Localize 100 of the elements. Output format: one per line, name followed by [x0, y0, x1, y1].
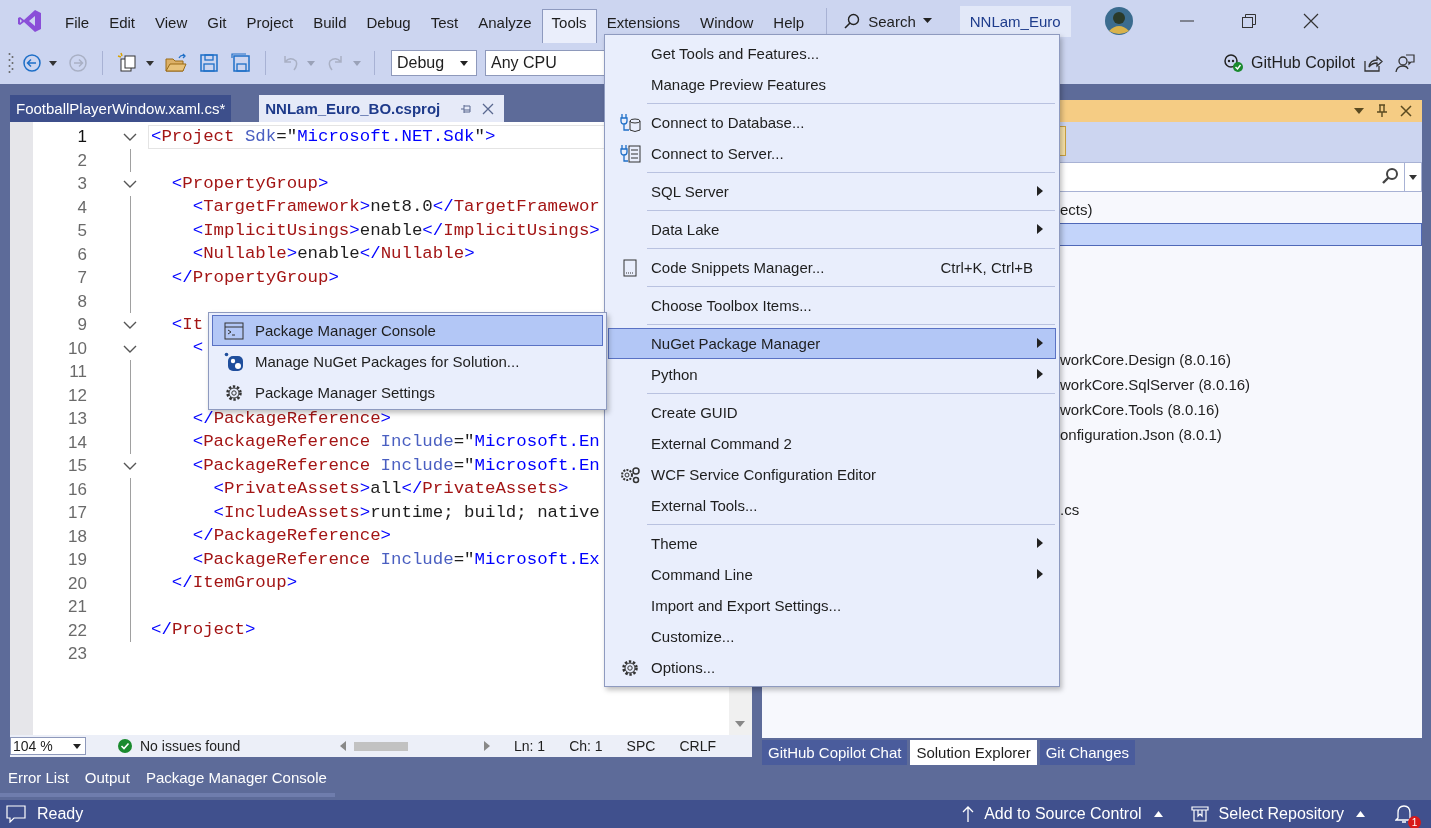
scroll-left-icon[interactable]	[340, 741, 346, 751]
restore-icon[interactable]	[1240, 13, 1257, 29]
share-icon[interactable]	[1363, 53, 1383, 73]
repository-button[interactable]: Select Repository	[1190, 805, 1365, 823]
menu-item[interactable]: Code Snippets Manager... Ctrl+K, Ctrl+B	[608, 252, 1056, 283]
open-folder-icon[interactable]	[165, 53, 187, 73]
fold-chevron-icon[interactable]	[123, 344, 137, 354]
zoom-dropdown[interactable]: 104 %	[10, 737, 86, 755]
up-arrow-icon	[962, 805, 975, 823]
menu-item[interactable]: Theme	[608, 528, 1056, 559]
feedback-icon[interactable]	[1395, 53, 1415, 73]
menu-item[interactable]: Build	[303, 7, 357, 37]
tree-item[interactable]: workCore.Design (8.0.16)	[1060, 351, 1231, 368]
menu-item[interactable]: Git	[197, 7, 237, 37]
back-icon[interactable]	[22, 53, 42, 73]
tree-item[interactable]: workCore.Tools (8.0.16)	[1060, 401, 1220, 418]
pin-icon[interactable]	[1376, 104, 1388, 118]
menu-item[interactable]: Choose Toolbox Items...	[608, 290, 1056, 321]
menu-item[interactable]: Manage NuGet Packages for Solution...	[212, 346, 603, 377]
caret-icon[interactable]	[1409, 174, 1417, 180]
code-line: <TargetFramework>net8.0</TargetFramewor	[191, 198, 600, 217]
menu-item[interactable]: Create GUID	[608, 397, 1056, 428]
scroll-down-icon[interactable]	[735, 721, 745, 727]
editor-status-item[interactable]: Ln: 1	[514, 738, 546, 754]
editor-status-item[interactable]: CRLF	[679, 738, 716, 754]
code-line: </Project>	[151, 621, 256, 640]
scroll-right-icon[interactable]	[484, 741, 490, 751]
repository-icon	[1190, 806, 1209, 822]
check-icon	[118, 739, 132, 753]
menu-item[interactable]: Debug	[356, 7, 421, 37]
menu-item[interactable]: File	[55, 7, 100, 37]
caret-icon	[73, 743, 81, 749]
fold-chevron-icon[interactable]	[123, 321, 137, 330]
panel-tab[interactable]: Git Changes	[1039, 740, 1136, 765]
menu-item[interactable]: Connect to Server...	[608, 138, 1056, 169]
caret-icon[interactable]	[146, 60, 154, 66]
grip-icon	[8, 52, 14, 74]
avatar-icon[interactable]	[1104, 7, 1133, 35]
code-line: <IncludeAssets>runtime; build; native	[212, 503, 600, 522]
search-icon	[1381, 167, 1399, 185]
line-number: 16	[67, 478, 87, 501]
copilot-button[interactable]: GitHub Copilot	[1222, 53, 1355, 73]
menu-item[interactable]: Test	[420, 7, 469, 37]
menu-item[interactable]: Analyze	[468, 7, 542, 37]
save-all-icon[interactable]	[231, 53, 251, 73]
search-button[interactable]: Search	[837, 12, 938, 30]
fold-chevron-icon[interactable]	[123, 180, 137, 189]
line-number: 23	[67, 643, 87, 665]
menu-item[interactable]: View	[145, 7, 198, 37]
tree-item[interactable]: ects)	[1060, 201, 1093, 218]
menu-item[interactable]: External Tools...	[608, 490, 1056, 521]
menu-item[interactable]: NuGet Package Manager	[608, 328, 1056, 359]
menu-item[interactable]: Project	[236, 7, 304, 37]
bell-icon[interactable]	[1395, 804, 1413, 824]
menu-item[interactable]: Options...	[608, 652, 1056, 683]
message-icon[interactable]	[6, 805, 26, 823]
configuration-dropdown[interactable]: Debug	[391, 50, 477, 76]
source-control-button[interactable]: Add to Source Control	[962, 805, 1163, 823]
menu-item[interactable]: Command Line	[608, 559, 1056, 590]
document-tab[interactable]: FootballPlayerWindow.xaml.cs*	[10, 95, 232, 122]
menu-item[interactable]: Package Manager Console	[212, 315, 603, 346]
settings-icon	[224, 382, 244, 403]
editor-status-item[interactable]: Ch: 1	[569, 738, 603, 754]
menu-item[interactable]: Extensions	[596, 7, 690, 37]
menu-item[interactable]: SQL Server	[608, 176, 1056, 207]
menu-item[interactable]: WCF Service Configuration Editor	[608, 459, 1056, 490]
fold-chevron-icon[interactable]	[123, 462, 137, 471]
document-tab[interactable]: NNLam_Euro_BO.csproj	[259, 95, 505, 122]
menu-item[interactable]: Customize...	[608, 621, 1056, 652]
close-icon[interactable]	[482, 102, 495, 115]
close-icon[interactable]	[1302, 13, 1319, 29]
panel-tab[interactable]: Solution Explorer	[910, 740, 1037, 765]
menu-item[interactable]: Window	[690, 7, 764, 37]
code-line: <Project Sdk="Microsoft.NET.Sdk">	[151, 127, 496, 146]
menu-item[interactable]: Connect to Database...	[608, 107, 1056, 138]
dropdown-icon[interactable]	[1354, 108, 1364, 114]
panel-tab[interactable]: GitHub Copilot Chat	[762, 740, 908, 765]
issues-status[interactable]: No issues found	[140, 738, 340, 754]
tree-item[interactable]: .cs	[1060, 501, 1080, 518]
tree-item[interactable]: workCore.SqlServer (8.0.16)	[1060, 376, 1251, 393]
caret-icon	[460, 60, 468, 66]
close-icon[interactable]	[1400, 105, 1412, 117]
menu-item[interactable]: External Command 2	[608, 428, 1056, 459]
menu-item[interactable]: Help	[763, 7, 815, 37]
menu-item[interactable]: Import and Export Settings...	[608, 590, 1056, 621]
save-icon[interactable]	[199, 53, 219, 73]
pin-icon[interactable]	[460, 102, 473, 115]
tree-item[interactable]: onfiguration.Json (8.0.1)	[1060, 426, 1222, 443]
scrollbar-thumb[interactable]	[354, 741, 408, 751]
new-project-icon[interactable]	[117, 52, 139, 74]
menu-item[interactable]: Data Lake	[608, 214, 1056, 245]
menu-item[interactable]: Python	[608, 359, 1056, 390]
menu-item[interactable]: Edit	[99, 7, 146, 37]
menu-item[interactable]: Tools	[541, 9, 597, 43]
editor-status-item[interactable]: SPC	[626, 738, 656, 754]
fold-chevron-icon[interactable]	[123, 133, 137, 142]
document-icon	[622, 258, 638, 277]
menu-item[interactable]: Package Manager Settings	[212, 377, 603, 408]
caret-icon[interactable]	[49, 60, 57, 66]
line-number: 17	[67, 502, 87, 524]
